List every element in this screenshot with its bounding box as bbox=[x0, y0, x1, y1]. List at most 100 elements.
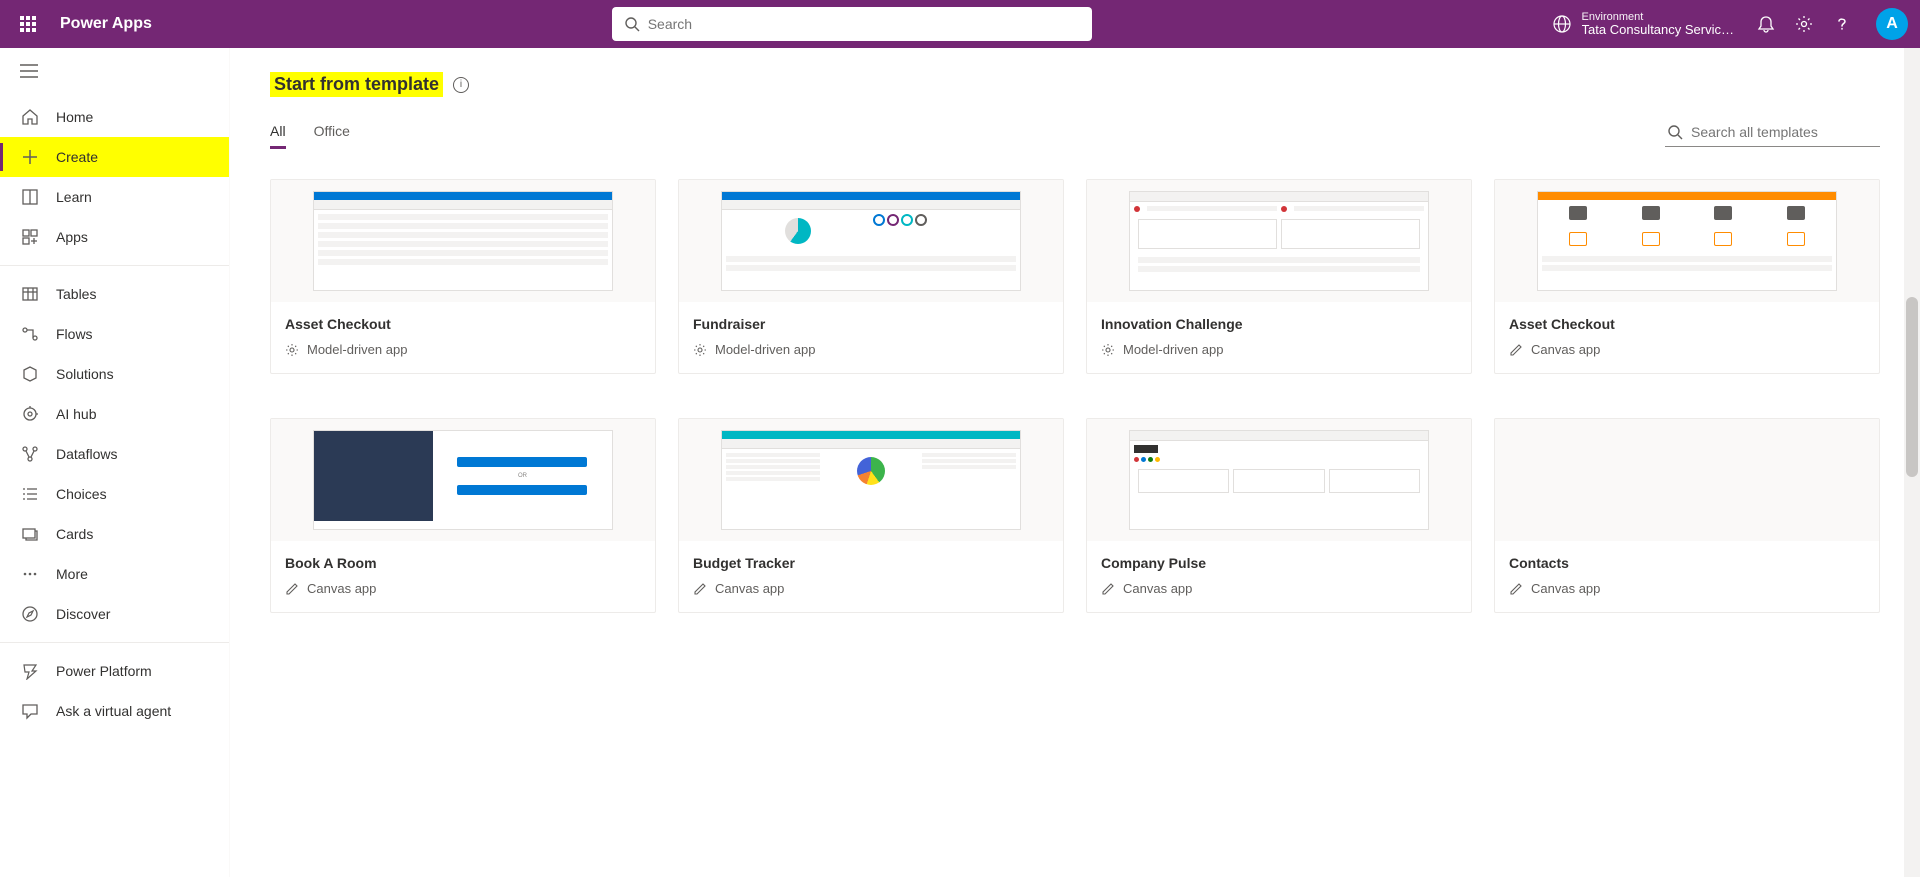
card-type: Model-driven app bbox=[1123, 342, 1223, 357]
card-title: Fundraiser bbox=[693, 316, 1049, 332]
nav-label: Apps bbox=[56, 229, 88, 245]
more-icon bbox=[20, 564, 40, 584]
help-icon[interactable] bbox=[1832, 14, 1852, 34]
template-card-budget-tracker[interactable]: Budget Tracker Canvas app bbox=[678, 418, 1064, 613]
app-header: Power Apps Environment Tata Consultancy … bbox=[0, 0, 1920, 48]
user-avatar[interactable]: A bbox=[1876, 8, 1908, 40]
gear-icon bbox=[1101, 343, 1115, 357]
card-type: Canvas app bbox=[1531, 342, 1600, 357]
nav-discover[interactable]: Discover bbox=[0, 594, 229, 634]
card-title: Book A Room bbox=[285, 555, 641, 571]
nav-label: Create bbox=[56, 149, 98, 165]
nav-label: AI hub bbox=[56, 406, 96, 422]
template-card-contacts[interactable]: Contacts Canvas app bbox=[1494, 418, 1880, 613]
plus-icon bbox=[20, 147, 40, 167]
nav-more[interactable]: More bbox=[0, 554, 229, 594]
sidebar: Home Create Learn Apps Tables bbox=[0, 48, 230, 877]
env-name: Tata Consultancy Servic… bbox=[1582, 23, 1734, 37]
nav-label: Flows bbox=[56, 326, 93, 342]
pencil-icon bbox=[1509, 343, 1523, 357]
template-card-fundraiser[interactable]: Fundraiser Model-driven app bbox=[678, 179, 1064, 374]
card-type: Canvas app bbox=[715, 581, 784, 596]
nav-label: More bbox=[56, 566, 88, 582]
nav-home[interactable]: Home bbox=[0, 97, 229, 137]
sidebar-toggle[interactable] bbox=[0, 56, 229, 93]
solutions-icon bbox=[20, 364, 40, 384]
notifications-icon[interactable] bbox=[1756, 14, 1776, 34]
home-icon bbox=[20, 107, 40, 127]
globe-icon bbox=[1552, 14, 1572, 34]
page-scrollbar[interactable] bbox=[1904, 48, 1920, 877]
tab-office[interactable]: Office bbox=[314, 117, 350, 149]
ai-icon bbox=[20, 404, 40, 424]
card-preview bbox=[1495, 419, 1879, 541]
nav-label: Discover bbox=[56, 606, 110, 622]
nav-label: Solutions bbox=[56, 366, 114, 382]
pencil-icon bbox=[693, 582, 707, 596]
nav-power-platform[interactable]: Power Platform bbox=[0, 651, 229, 691]
card-title: Asset Checkout bbox=[285, 316, 641, 332]
scrollbar-thumb[interactable] bbox=[1906, 297, 1918, 477]
card-type: Model-driven app bbox=[715, 342, 815, 357]
settings-icon[interactable] bbox=[1794, 14, 1814, 34]
app-launcher-icon[interactable] bbox=[12, 8, 44, 40]
pencil-icon bbox=[285, 582, 299, 596]
app-name: Power Apps bbox=[60, 15, 152, 33]
environment-picker[interactable]: Environment Tata Consultancy Servic… bbox=[1552, 11, 1734, 37]
nav-flows[interactable]: Flows bbox=[0, 314, 229, 354]
card-preview: OR bbox=[271, 419, 655, 541]
nav-label: Ask a virtual agent bbox=[56, 703, 171, 719]
nav-learn[interactable]: Learn bbox=[0, 177, 229, 217]
card-title: Contacts bbox=[1509, 555, 1865, 571]
template-card-asset-checkout-model[interactable]: Asset Checkout Model-driven app bbox=[270, 179, 656, 374]
cards-icon bbox=[20, 524, 40, 544]
card-preview bbox=[1087, 419, 1471, 541]
nav-virtual-agent[interactable]: Ask a virtual agent bbox=[0, 691, 229, 731]
nav-tables[interactable]: Tables bbox=[0, 274, 229, 314]
divider bbox=[0, 265, 229, 266]
template-search-input[interactable] bbox=[1691, 124, 1878, 140]
template-card-book-a-room[interactable]: OR Book A Room Canvas app bbox=[270, 418, 656, 613]
choices-icon bbox=[20, 484, 40, 504]
search-icon bbox=[624, 16, 640, 32]
card-type: Canvas app bbox=[1123, 581, 1192, 596]
card-title: Innovation Challenge bbox=[1101, 316, 1457, 332]
nav-create[interactable]: Create bbox=[0, 137, 229, 177]
card-title: Budget Tracker bbox=[693, 555, 1049, 571]
nav-ai-hub[interactable]: AI hub bbox=[0, 394, 229, 434]
nav-label: Choices bbox=[56, 486, 107, 502]
book-icon bbox=[20, 187, 40, 207]
card-preview bbox=[679, 180, 1063, 302]
global-search[interactable] bbox=[612, 7, 1092, 41]
nav-label: Power Platform bbox=[56, 663, 152, 679]
card-preview bbox=[271, 180, 655, 302]
template-card-asset-checkout-canvas[interactable]: Asset Checkout Canvas app bbox=[1494, 179, 1880, 374]
discover-icon bbox=[20, 604, 40, 624]
card-preview bbox=[1495, 180, 1879, 302]
nav-label: Tables bbox=[56, 286, 96, 302]
search-wrap bbox=[152, 7, 1552, 41]
nav-label: Dataflows bbox=[56, 446, 117, 462]
chat-icon bbox=[20, 701, 40, 721]
flow-icon bbox=[20, 324, 40, 344]
nav-label: Learn bbox=[56, 189, 92, 205]
search-input[interactable] bbox=[648, 16, 1080, 32]
template-card-company-pulse[interactable]: Company Pulse Canvas app bbox=[1086, 418, 1472, 613]
template-search[interactable] bbox=[1665, 120, 1880, 147]
info-icon[interactable]: i bbox=[453, 77, 469, 93]
nav-choices[interactable]: Choices bbox=[0, 474, 229, 514]
apps-icon bbox=[20, 227, 40, 247]
power-platform-icon bbox=[20, 661, 40, 681]
nav-apps[interactable]: Apps bbox=[0, 217, 229, 257]
nav-label: Cards bbox=[56, 526, 93, 542]
template-card-innovation-challenge[interactable]: Innovation Challenge Model-driven app bbox=[1086, 179, 1472, 374]
nav-dataflows[interactable]: Dataflows bbox=[0, 434, 229, 474]
divider bbox=[0, 642, 229, 643]
nav-cards[interactable]: Cards bbox=[0, 514, 229, 554]
card-type: Canvas app bbox=[1531, 581, 1600, 596]
card-type: Canvas app bbox=[307, 581, 376, 596]
tab-all[interactable]: All bbox=[270, 117, 286, 149]
dataflow-icon bbox=[20, 444, 40, 464]
pencil-icon bbox=[1101, 582, 1115, 596]
nav-solutions[interactable]: Solutions bbox=[0, 354, 229, 394]
